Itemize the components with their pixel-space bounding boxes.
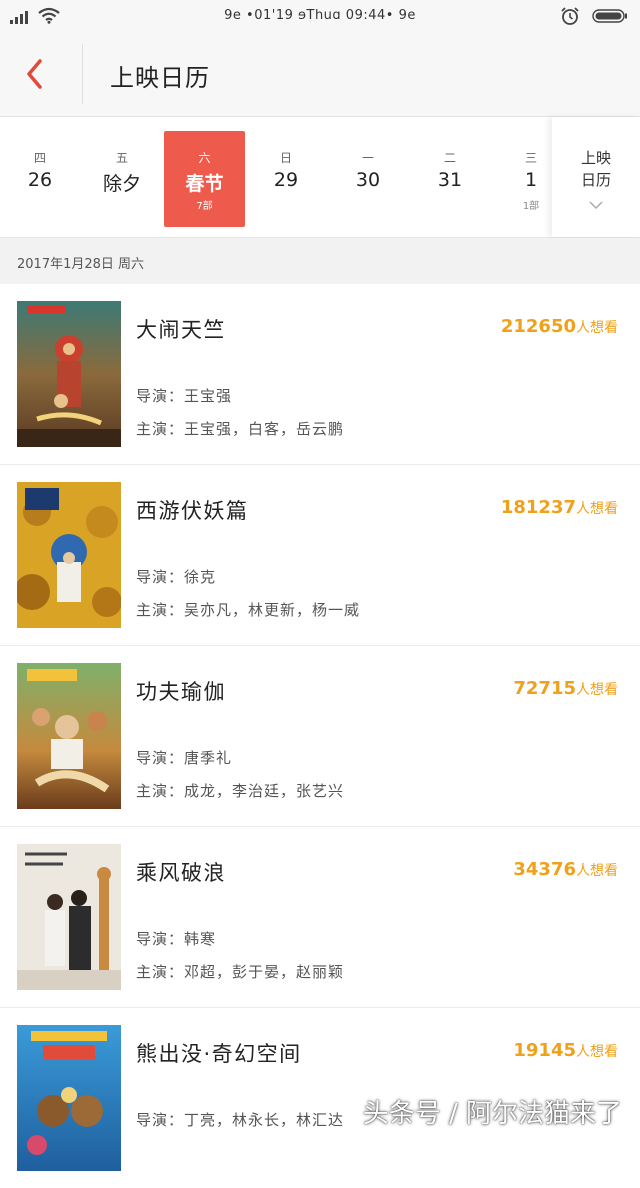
weekday-label: 日 — [279, 151, 292, 165]
movie-title: 大闹天竺 — [136, 318, 226, 342]
date-label: 31 — [437, 169, 463, 191]
want-count-suffix: 人想看 — [576, 501, 618, 517]
movie-director: 导演：唐季礼 — [136, 749, 233, 767]
movie-poster — [17, 301, 121, 447]
selected-date-bar: 2017年1月28日 周六 — [0, 238, 640, 284]
movie-item[interactable]: 大闹天竺 212650人想看 导演：王宝强 主演：王宝强，白客，岳云鹏 — [0, 284, 640, 465]
movie-title: 西游伏妖篇 — [136, 499, 249, 523]
want-count-value: 34376 — [513, 859, 576, 880]
status-center-text: 9e •01'19 ɘThuɑ 09:44• 9e — [224, 8, 416, 23]
calendar-day-30[interactable]: 一 30 — [328, 131, 408, 227]
movie-cast: 主演：成龙，李治廷，张艺兴 — [136, 782, 345, 800]
alarm-icon — [561, 7, 579, 25]
calendar-day-spring-festival[interactable]: 六 春节 7部 — [164, 131, 245, 227]
movie-title: 熊出没·奇幻空间 — [136, 1042, 302, 1066]
want-to-see-count: 34376人想看 — [513, 859, 618, 880]
date-label: 除夕 — [102, 173, 141, 195]
movie-poster — [17, 663, 121, 809]
want-to-see-count: 19145人想看 — [513, 1040, 618, 1061]
chevron-down-icon — [589, 201, 603, 210]
release-calendar-button[interactable]: 上映 日历 — [552, 117, 640, 237]
movie-title: 功夫瑜伽 — [136, 680, 226, 704]
movie-title: 乘风破浪 — [136, 861, 226, 885]
movie-cast: 主演：王宝强，白客，岳云鹏 — [136, 420, 345, 438]
want-count-value: 212650 — [500, 316, 576, 337]
movie-director: 导演：韩寒 — [136, 930, 217, 948]
release-count: 7部 — [196, 201, 213, 212]
movie-item[interactable]: 乘风破浪 34376人想看 导演：韩寒 主演：邓超，彭于晏，赵丽颖 — [0, 827, 640, 1008]
movie-director: 导演：丁亮，林永长，林汇达 — [136, 1111, 345, 1129]
weekday-label: 六 — [198, 151, 211, 165]
date-label: 29 — [273, 169, 299, 191]
movie-cast: 主演：吴亦凡，林更新，杨一威 — [136, 601, 361, 619]
date-label: 春节 — [185, 173, 224, 195]
movie-poster — [17, 844, 121, 990]
app-header: 上映日历 — [0, 34, 640, 117]
movie-list: 大闹天竺 212650人想看 导演：王宝强 主演：王宝强，白客，岳云鹏 西游伏妖… — [0, 284, 640, 1188]
release-calendar-label-line2: 日历 — [580, 171, 611, 189]
want-count-suffix: 人想看 — [576, 682, 618, 698]
date-label: 30 — [355, 169, 381, 191]
want-count-value: 19145 — [513, 1040, 576, 1061]
status-bar: 9e •01'19 ɘThuɑ 09:44• 9e — [0, 0, 640, 34]
watermark-text: 头条号 / 阿尔法猫来了 — [362, 1099, 622, 1129]
want-count-suffix: 人想看 — [576, 863, 618, 879]
want-count-value: 181237 — [500, 497, 576, 518]
movie-director: 导演：王宝强 — [136, 387, 233, 405]
weekday-label: 一 — [361, 151, 374, 165]
weekday-label: 二 — [443, 151, 456, 165]
movie-cast: 主演：邓超，彭于晏，赵丽颖 — [136, 963, 345, 981]
page-title: 上映日历 — [110, 64, 210, 92]
movie-director: 导演：徐克 — [136, 568, 217, 586]
want-count-value: 72715 — [513, 678, 576, 699]
want-count-suffix: 人想看 — [576, 320, 618, 336]
want-to-see-count: 181237人想看 — [501, 497, 618, 518]
header-divider — [82, 44, 83, 104]
chevron-left-icon[interactable] — [22, 56, 46, 92]
movie-item[interactable]: 功夫瑜伽 72715人想看 导演：唐季礼 主演：成龙，李治廷，张艺兴 — [0, 646, 640, 827]
want-count-suffix: 人想看 — [576, 1044, 618, 1060]
date-label: 26 — [27, 169, 53, 191]
movie-item[interactable]: 西游伏妖篇 181237人想看 导演：徐克 主演：吴亦凡，林更新，杨一威 — [0, 465, 640, 646]
calendar-strip: 四 26 五 除夕 六 春节 7部 日 29 一 30 二 31 三 1 1部 … — [0, 117, 640, 238]
calendar-day-26[interactable]: 四 26 — [0, 131, 80, 227]
release-calendar-label-line1: 上映 — [580, 149, 611, 167]
battery-icon — [592, 9, 627, 23]
want-to-see-count: 212650人想看 — [501, 316, 618, 337]
weekday-label: 五 — [115, 151, 128, 165]
movie-poster — [17, 482, 121, 628]
calendar-day-31[interactable]: 二 31 — [410, 131, 490, 227]
selected-date-label: 2017年1月28日 周六 — [17, 257, 145, 272]
calendar-day-29[interactable]: 日 29 — [246, 131, 326, 227]
want-to-see-count: 72715人想看 — [513, 678, 618, 699]
calendar-day-new-years-eve[interactable]: 五 除夕 — [82, 131, 162, 227]
weekday-label: 四 — [33, 151, 46, 165]
movie-poster — [17, 1025, 121, 1171]
